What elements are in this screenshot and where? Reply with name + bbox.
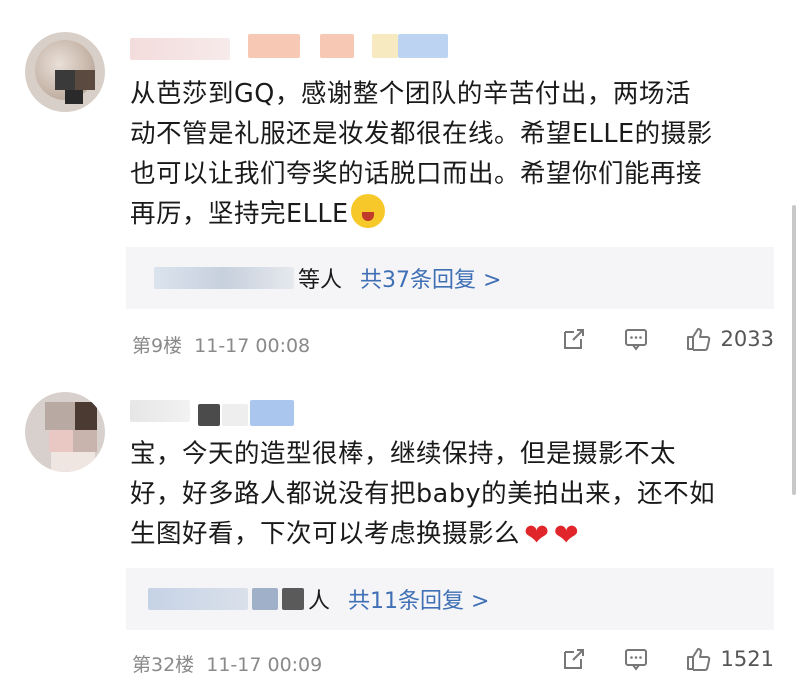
replier-name-blurred	[148, 588, 248, 610]
avatar[interactable]	[25, 392, 105, 472]
comment-line: 从芭莎到GQ，感谢整个团队的辛苦付出，两场活	[130, 79, 691, 109]
like-icon[interactable]	[685, 326, 711, 352]
reply-who: 人	[308, 589, 331, 614]
replier-name-blurred	[282, 588, 304, 610]
comment-line: 生图好看，下次可以考虑换摄影么 ❤ ❤	[130, 514, 770, 556]
floor-number: 第9楼	[132, 335, 183, 357]
comment-item: 宝，今天的造型很棒，继续保持，但是摄影不太 好，好多路人都说没有把baby的美拍…	[0, 370, 800, 680]
share-icon[interactable]	[561, 646, 587, 672]
like-count: 2033	[720, 327, 774, 351]
reply-summary: 人 共11条回复 >	[148, 568, 489, 630]
comment-item: 从芭莎到GQ，感谢整个团队的辛苦付出，两场活 动不管是礼服还是妆发都很在线。希望…	[0, 0, 800, 370]
username-blurred	[398, 34, 448, 58]
reply-preview[interactable]: 人 共11条回复 >	[126, 568, 774, 630]
replier-name-blurred	[252, 588, 278, 610]
avatar-mosaic	[75, 402, 97, 430]
sweat-grin-emoji-icon	[350, 194, 385, 228]
avatar-mosaic	[45, 402, 75, 430]
comment-icon[interactable]	[623, 646, 649, 672]
share-icon[interactable]	[561, 326, 587, 352]
comment-text: 宝，今天的造型很棒，继续保持，但是摄影不太 好，好多路人都说没有把baby的美拍…	[130, 434, 770, 556]
comment-meta: 第9楼 11-17 00:08	[132, 331, 310, 358]
username-blurred	[248, 34, 300, 58]
view-replies-link[interactable]: 共37条回复 >	[360, 262, 501, 294]
avatar-mosaic	[65, 90, 83, 104]
floor-number: 第32楼	[132, 654, 195, 676]
heart-emoji-icon: ❤	[553, 518, 580, 553]
like-icon[interactable]	[685, 646, 711, 672]
timestamp: 11-17 00:08	[194, 335, 311, 357]
avatar-mosaic	[51, 452, 95, 472]
comment-line: 宝，今天的造型很棒，继续保持，但是摄影不太	[130, 439, 677, 469]
comment-line: 再厉，坚持完ELLE	[130, 194, 770, 234]
like-count: 1521	[720, 647, 774, 671]
comment-text: 从芭莎到GQ，感谢整个团队的辛苦付出，两场活 动不管是礼服还是妆发都很在线。希望…	[130, 74, 770, 234]
avatar-mosaic	[75, 70, 95, 90]
avatar-mosaic	[49, 430, 73, 452]
avatar-mosaic	[55, 70, 75, 90]
username-blurred	[198, 404, 220, 426]
avatar-mosaic	[73, 430, 97, 452]
reply-summary: 等人 共37条回复 >	[154, 247, 501, 309]
comment-actions: 2033	[525, 326, 774, 352]
scrollbar-thumb[interactable]	[792, 205, 796, 495]
replier-name-blurred	[154, 267, 294, 289]
heart-emoji-icon: ❤	[524, 518, 550, 553]
username-blurred	[222, 404, 248, 426]
comment-meta: 第32楼 11-17 00:09	[132, 650, 322, 677]
view-replies-link[interactable]: 共11条回复 >	[348, 583, 489, 615]
comment-icon[interactable]	[623, 326, 649, 352]
comment-line: 好，好多路人都说没有把baby的美拍出来，还不如	[130, 479, 716, 509]
timestamp: 11-17 00:09	[206, 654, 323, 676]
username-blurred[interactable]	[130, 400, 190, 422]
avatar[interactable]	[25, 32, 105, 112]
username-blurred[interactable]	[130, 38, 230, 60]
comment-line: 也可以让我们夸奖的话脱口而出。希望你们能再接	[130, 159, 703, 189]
username-blurred	[320, 34, 354, 58]
reply-who: 等人	[298, 268, 343, 293]
reply-preview[interactable]: 等人 共37条回复 >	[126, 247, 774, 309]
comment-actions: 1521	[525, 646, 774, 672]
username-blurred	[250, 400, 294, 426]
comment-line: 动不管是礼服还是妆发都很在线。希望ELLE的摄影	[130, 119, 713, 149]
username-blurred	[372, 34, 398, 58]
